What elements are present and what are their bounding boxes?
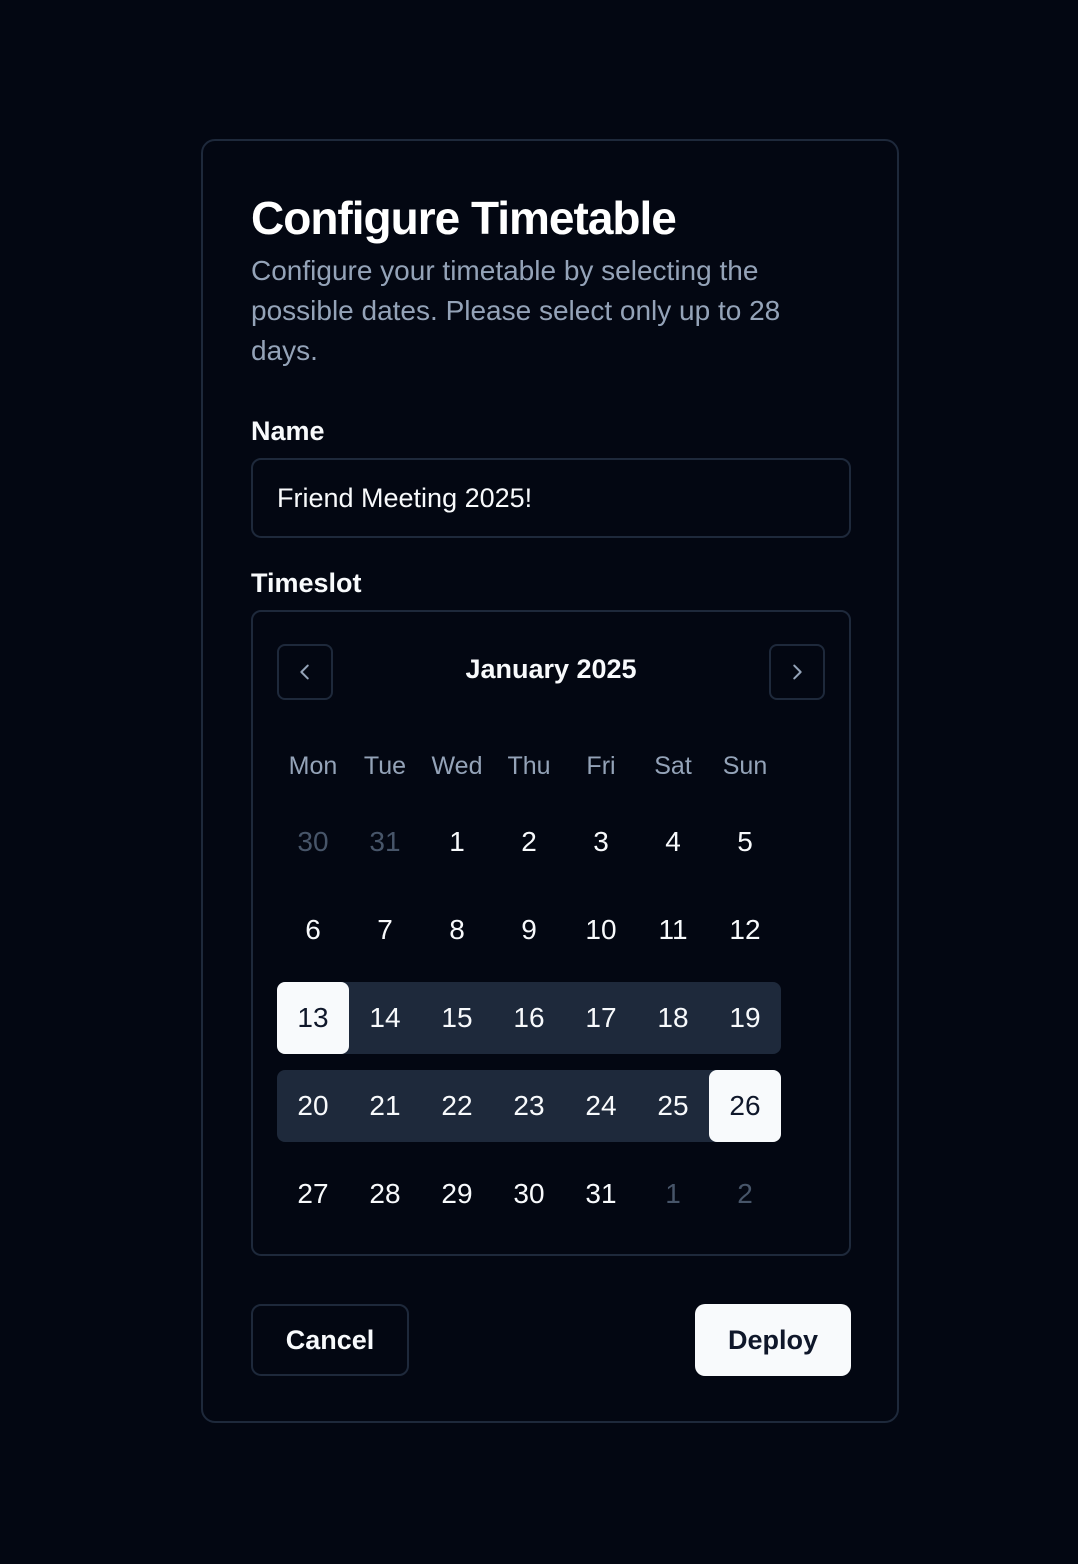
card-description: Configure your timetable by selecting th… xyxy=(251,255,781,366)
day-cell[interactable]: 11 xyxy=(637,894,709,966)
day-cell-in-range[interactable]: 19 xyxy=(709,982,781,1054)
day-cell-in-range[interactable]: 16 xyxy=(493,982,565,1054)
day-cell-in-range[interactable]: 18 xyxy=(637,982,709,1054)
week-row: 30 31 1 2 3 4 5 xyxy=(277,806,781,878)
weekday-wed: Wed xyxy=(431,752,483,780)
weekday-mon: Mon xyxy=(288,752,338,780)
day-cell-in-range[interactable]: 23 xyxy=(493,1070,565,1142)
weekday-fri: Fri xyxy=(586,752,616,780)
day-cell-in-range[interactable]: 15 xyxy=(421,982,493,1054)
name-input[interactable] xyxy=(251,458,851,538)
day-cell-in-range[interactable]: 25 xyxy=(637,1070,709,1142)
day-cell[interactable]: 31 xyxy=(565,1158,637,1230)
day-cell[interactable]: 4 xyxy=(637,806,709,878)
day-cell-in-range[interactable]: 20 xyxy=(277,1070,349,1142)
week-row: 13 14 15 16 17 18 19 xyxy=(277,982,781,1054)
day-cell-outside[interactable]: 30 xyxy=(277,806,349,878)
day-cell-in-range[interactable]: 21 xyxy=(349,1070,421,1142)
day-cell-outside[interactable]: 1 xyxy=(637,1158,709,1230)
weekday-sun: Sun xyxy=(722,752,768,780)
day-cell-in-range[interactable]: 22 xyxy=(421,1070,493,1142)
day-cell[interactable]: 27 xyxy=(277,1158,349,1230)
day-cell-outside[interactable]: 2 xyxy=(709,1158,781,1230)
day-cell[interactable]: 6 xyxy=(277,894,349,966)
day-cell[interactable]: 3 xyxy=(565,806,637,878)
day-cell[interactable]: 30 xyxy=(493,1158,565,1230)
date-range-calendar: January 2025 Mon Tue Wed Thu Fri Sat Sun… xyxy=(251,610,851,1256)
timetable-card: Configure Timetable Configure your timet… xyxy=(201,139,899,1423)
day-cell[interactable]: 9 xyxy=(493,894,565,966)
day-cell[interactable]: 28 xyxy=(349,1158,421,1230)
next-month-button[interactable] xyxy=(769,644,825,700)
day-cell-outside[interactable]: 31 xyxy=(349,806,421,878)
day-cell-in-range[interactable]: 24 xyxy=(565,1070,637,1142)
deploy-button[interactable]: Deploy xyxy=(695,1304,851,1376)
month-label: January 2025 xyxy=(465,654,637,684)
weekday-thu: Thu xyxy=(507,752,551,780)
day-cell-range-end[interactable]: 26 xyxy=(709,1070,781,1142)
timeslot-label: Timeslot xyxy=(251,568,362,598)
day-cell[interactable]: 1 xyxy=(421,806,493,878)
weekday-header: Mon Tue Wed Thu Fri Sat Sun xyxy=(277,752,781,781)
day-cell[interactable]: 5 xyxy=(709,806,781,878)
day-cell[interactable]: 10 xyxy=(565,894,637,966)
day-cell[interactable]: 2 xyxy=(493,806,565,878)
day-cell[interactable]: 29 xyxy=(421,1158,493,1230)
card-title: Configure Timetable xyxy=(251,192,677,244)
week-row: 6 7 8 9 10 11 12 xyxy=(277,894,781,966)
day-cell-in-range[interactable]: 14 xyxy=(349,982,421,1054)
day-cell[interactable]: 8 xyxy=(421,894,493,966)
day-grid: 30 31 1 2 3 4 5 6 7 8 9 10 11 12 13 14 1… xyxy=(277,806,781,1246)
chevron-right-icon xyxy=(793,664,802,680)
day-cell[interactable]: 7 xyxy=(349,894,421,966)
week-row: 27 28 29 30 31 1 2 xyxy=(277,1158,781,1230)
cancel-button[interactable]: Cancel xyxy=(251,1304,409,1376)
day-cell-range-start[interactable]: 13 xyxy=(277,982,349,1054)
week-row: 20 21 22 23 24 25 26 xyxy=(277,1070,781,1142)
day-cell[interactable]: 12 xyxy=(709,894,781,966)
weekday-tue: Tue xyxy=(363,752,407,780)
day-cell-in-range[interactable]: 17 xyxy=(565,982,637,1054)
name-label: Name xyxy=(251,416,325,446)
weekday-sat: Sat xyxy=(654,752,692,780)
